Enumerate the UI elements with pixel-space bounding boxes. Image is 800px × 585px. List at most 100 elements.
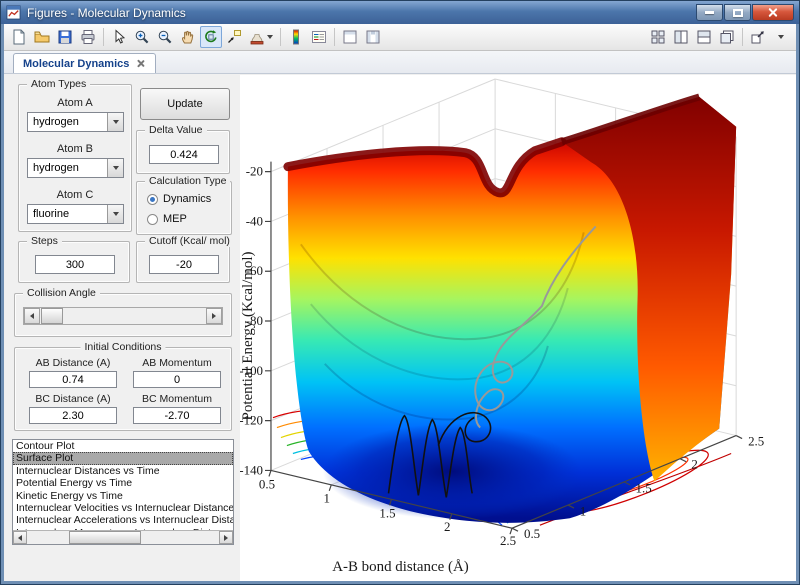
atom-c-select[interactable]: fluorine [27,204,124,224]
insert-legend-button[interactable] [308,26,330,48]
atom-c-dropdown-icon[interactable] [107,205,123,223]
dynamics-radio[interactable] [147,194,158,205]
pan-button[interactable] [177,26,199,48]
show-plot-tools-icon [365,29,381,45]
energy-surface [288,97,736,523]
listbox-scroll-left-arrow[interactable] [13,531,27,544]
data-cursor-button[interactable] [223,26,245,48]
tab-molecular-dynamics[interactable]: Molecular Dynamics [13,53,156,73]
layout-cascade-button[interactable] [716,26,738,48]
brush-dropdown-icon[interactable] [267,35,273,39]
atom-types-group: Atom Types Atom A hydrogen Atom B hydrog… [18,84,132,232]
potential-energy-surface-plot[interactable]: -20 -40 -60 -80 -100 -120 -140 0.5 1 1.5… [240,75,796,581]
figure-content: Atom Types Atom A hydrogen Atom B hydrog… [4,75,796,581]
layout-grid-icon [650,29,666,45]
listbox-hscrollbar[interactable] [13,530,233,544]
cutoff-field[interactable] [149,255,219,274]
slider-track[interactable] [40,308,206,324]
toolbar-separator [280,28,281,46]
colorbar-icon [288,29,304,45]
listbox-scroll-thumb[interactable] [69,531,141,544]
steps-group: Steps [18,241,130,283]
bc-distance-field[interactable] [29,407,117,424]
plot-type-items: Contour Plot Surface Plot Internuclear D… [13,440,233,530]
calculation-type-group: Calculation Type Dynamics MEP [136,181,232,235]
toolbar-overflow-button[interactable] [770,26,792,48]
collision-angle-slider[interactable] [23,307,223,325]
ab-distance-field[interactable] [29,371,117,388]
new-figure-icon [11,29,27,45]
close-button[interactable] [752,4,794,21]
list-item[interactable]: Internuclear Accelerations vs Internucle… [13,514,233,526]
delta-value-field[interactable] [149,145,219,164]
undock-button[interactable] [747,26,769,48]
valley-minimum [323,424,582,520]
slider-left-arrow[interactable] [24,308,40,324]
toolbar-separator [742,28,743,46]
rotate-3d-button[interactable] [200,26,222,48]
title-bar[interactable]: Figures - Molecular Dynamics [1,1,799,24]
steps-field[interactable] [35,255,115,274]
atom-c-value: fluorine [28,208,69,220]
atom-b-select[interactable]: hydrogen [27,158,124,178]
dynamics-radio-row[interactable]: Dynamics [147,193,211,205]
listbox-scroll-track[interactable] [27,531,219,544]
mep-radio[interactable] [147,214,158,225]
x-tick: 1 [324,490,330,505]
rotate-3d-icon [203,29,219,45]
z-tick: 1.5 [636,480,652,495]
slider-right-arrow[interactable] [206,308,222,324]
show-plot-tools-button[interactable] [362,26,384,48]
list-item[interactable]: Internuclear Velocities vs Internuclear … [13,502,233,514]
pointer-tool-button[interactable] [108,26,130,48]
save-button[interactable] [54,26,76,48]
new-figure-button[interactable] [8,26,30,48]
ab-momentum-field[interactable] [133,371,221,388]
brush-button[interactable] [246,26,276,48]
minimize-button[interactable] [696,4,723,21]
plot-type-listbox[interactable]: Contour Plot Surface Plot Internuclear D… [12,439,234,545]
layout-grid-button[interactable] [647,26,669,48]
save-icon [57,29,73,45]
layout-split-top-button[interactable] [693,26,715,48]
listbox-scroll-right-arrow[interactable] [219,531,233,544]
y-tick: -20 [246,164,263,179]
hide-plot-tools-button[interactable] [339,26,361,48]
tab-bar: Molecular Dynamics [4,51,796,74]
zoom-in-icon [134,29,150,45]
list-item[interactable]: Kinetic Energy vs Time [13,490,233,502]
y-tick: -40 [246,213,263,228]
mep-radio-row[interactable]: MEP [147,213,187,225]
zoom-out-icon [157,29,173,45]
layout-split-left-icon [673,29,689,45]
x-tick: 1.5 [379,505,395,520]
open-folder-icon [34,29,50,45]
delta-value-title: Delta Value [145,124,207,136]
atom-a-select[interactable]: hydrogen [27,112,124,132]
tab-close-icon[interactable] [136,59,146,69]
update-button[interactable]: Update [140,88,230,120]
print-button[interactable] [77,26,99,48]
open-button[interactable] [31,26,53,48]
layout-split-left-button[interactable] [670,26,692,48]
list-item[interactable]: Contour Plot [13,440,233,452]
atom-b-label: Atom B [19,143,131,155]
atom-types-title: Atom Types [27,78,90,90]
zoom-out-button[interactable] [154,26,176,48]
atom-b-dropdown-icon[interactable] [107,159,123,177]
atom-a-dropdown-icon[interactable] [107,113,123,131]
x-tick: 0.5 [259,476,275,491]
initial-conditions-title: Initial Conditions [80,341,165,353]
list-item[interactable]: Potential Energy vs Time [13,477,233,489]
list-item[interactable]: Internuclear Distances vs Time [13,465,233,477]
bc-momentum-field[interactable] [133,407,221,424]
toolbar-separator [334,28,335,46]
maximize-button[interactable] [724,4,751,21]
insert-colorbar-button[interactable] [285,26,307,48]
steps-title: Steps [27,235,62,247]
slider-thumb[interactable] [41,308,63,324]
zoom-in-button[interactable] [131,26,153,48]
list-item-selected[interactable]: Surface Plot [13,452,233,464]
ab-momentum-label: AB Momentum [127,357,227,369]
plot-area[interactable]: -20 -40 -60 -80 -100 -120 -140 0.5 1 1.5… [240,75,796,581]
